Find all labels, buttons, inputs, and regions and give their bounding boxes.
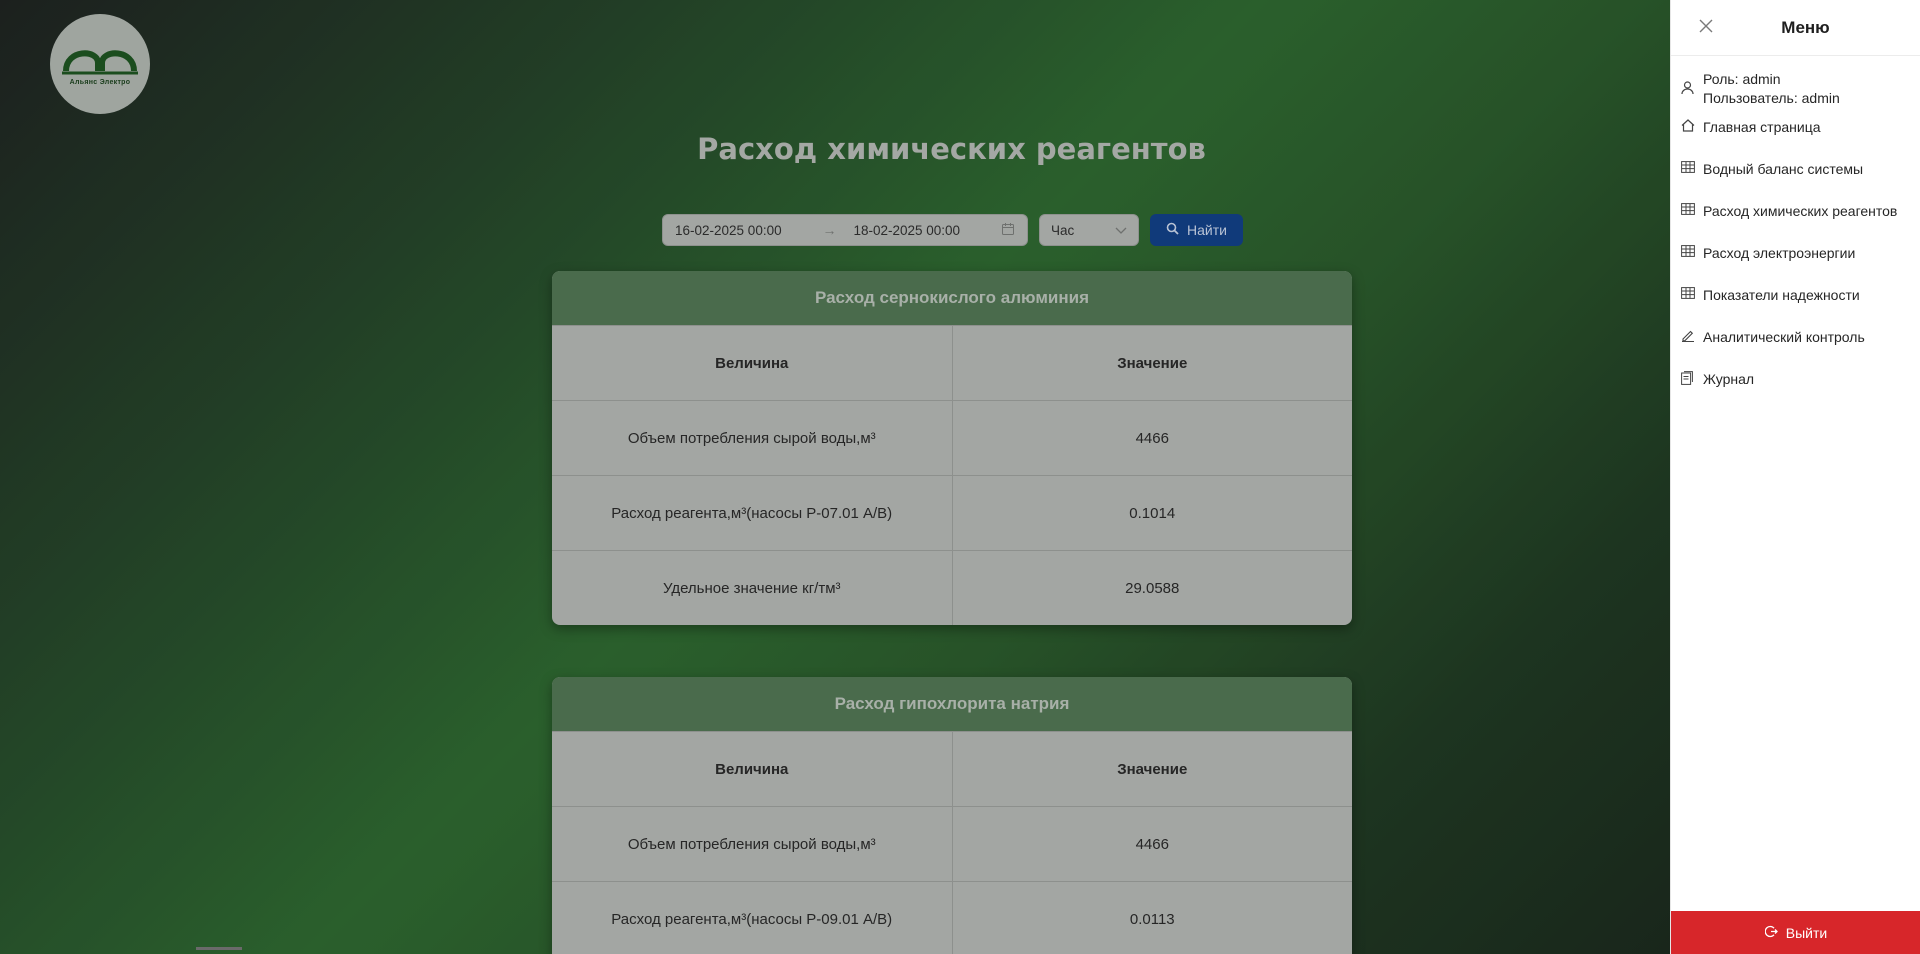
side-menu-drawer: Меню Роль: admin Пользователь: admin Гла… [1670,0,1920,954]
table-cell: Объем потребления сырой воды,м³ [627,835,876,853]
user-icon [1681,81,1703,98]
column-header: Значение [951,326,1353,400]
table-row: Объем потребления сырой воды,м³ 4466 [552,806,1352,881]
page-title: Расход химических реагентов [697,132,1206,166]
table-header-row: Величина Значение [552,325,1352,400]
menu-item-label: Показатели надежности [1703,287,1860,303]
chevron-down-icon [1115,223,1127,238]
menu-header: Меню [1671,0,1920,56]
table-header-row: Величина Значение [552,731,1352,806]
date-range-picker[interactable]: 16-02-2025 00:00 → 18-02-2025 00:00 [662,214,1028,246]
menu-item-home[interactable]: Главная страница [1671,118,1920,160]
menu-title: Меню [1781,17,1830,37]
calendar-icon [1001,222,1015,239]
table-card-aluminium: Расход сернокислого алюминия Величина Зн… [552,271,1352,625]
find-button-label: Найти [1187,222,1227,238]
date-from[interactable]: 16-02-2025 00:00 [675,223,823,238]
table-cell: 0.1014 [951,476,1353,550]
table-row: Расход реагента,м³(насосы Р-09.01 А/В) 0… [552,881,1352,954]
menu-item-label: Расход электроэнергии [1703,245,1856,261]
interval-value: Час [1051,222,1075,238]
table-icon [1681,161,1703,176]
edit-icon [1681,329,1703,345]
role-text: Роль: admin [1703,71,1781,87]
table-cell: Расход реагента,м³(насосы Р-09.01 А/В) [611,910,893,928]
journal-icon [1681,371,1703,388]
user-info: Роль: admin Пользователь: admin [1671,56,1920,118]
filter-bar: 16-02-2025 00:00 → 18-02-2025 00:00 Час … [662,214,1243,246]
table-cell: 4466 [951,807,1353,881]
column-header: Величина [715,760,789,778]
table-cell: Удельное значение кг/тм³ [662,579,841,597]
column-header: Величина [715,354,789,372]
page-background: Альянс Электро Расход химических реагент… [0,0,1670,954]
table-card-hypochlorite: Расход гипохлорита натрия Величина Значе… [552,677,1352,954]
logout-icon [1764,925,1778,941]
menu-item-chemical-reagents[interactable]: Расход химических реагентов [1671,202,1920,244]
interval-select[interactable]: Час [1039,214,1139,246]
table-cell: Объем потребления сырой воды,м³ [627,429,876,447]
table-cell: 4466 [951,401,1353,475]
menu-item-label: Журнал [1703,371,1755,387]
logo-mark-icon [62,49,138,74]
home-icon [1681,119,1703,135]
logout-label: Выйти [1785,924,1828,941]
table-icon [1681,203,1703,218]
table-cell: Расход реагента,м³(насосы Р-07.01 А/В) [611,504,893,522]
table-row: Удельное значение кг/тм³ 29.0588 [552,550,1352,625]
menu-item-label: Главная страница [1703,119,1821,135]
table-icon [1681,245,1703,260]
date-to[interactable]: 18-02-2025 00:00 [853,223,1001,238]
menu-item-label: Водный баланс системы [1703,161,1864,177]
table-row: Расход реагента,м³(насосы Р-07.01 А/В) 0… [552,475,1352,550]
table-cell: 29.0588 [951,551,1353,625]
menu-item-label: Аналитический контроль [1703,329,1865,345]
menu-item-journal[interactable]: Журнал [1671,370,1920,412]
company-logo: Альянс Электро [50,14,150,114]
horizontal-scrollbar[interactable] [196,947,242,950]
close-icon[interactable] [1699,16,1713,39]
logo-caption: Альянс Электро [69,78,131,86]
card-title: Расход гипохлорита натрия [552,677,1352,731]
search-icon [1166,222,1179,238]
menu-item-electricity[interactable]: Расход электроэнергии [1671,244,1920,286]
table-cell: 0.0113 [951,882,1353,954]
logout-button[interactable]: Выйти [1671,911,1920,954]
column-header: Значение [951,732,1353,806]
menu-item-reliability[interactable]: Показатели надежности [1671,286,1920,328]
menu-item-label: Расход химических реагентов [1703,203,1898,219]
username-text: Пользователь: admin [1703,90,1840,106]
find-button[interactable]: Найти [1150,214,1243,246]
table-icon [1681,287,1703,302]
menu-item-water-balance[interactable]: Водный баланс системы [1671,160,1920,202]
card-title: Расход сернокислого алюминия [552,271,1352,325]
table-row: Объем потребления сырой воды,м³ 4466 [552,400,1352,475]
menu-item-analytics[interactable]: Аналитический контроль [1671,328,1920,370]
range-arrow-icon: → [822,222,837,238]
